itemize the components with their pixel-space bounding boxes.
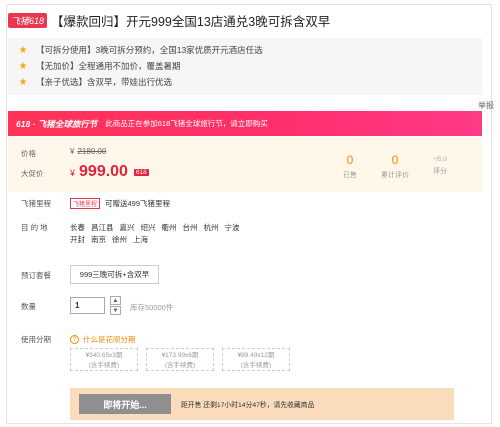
destination-city: 衢州: [161, 223, 177, 232]
plan-note: (含手续费): [240, 362, 272, 369]
festival-brand: 618 · 飞猪全球旅行节: [16, 118, 98, 129]
quantity-input[interactable]: 1: [70, 297, 105, 314]
rating-scale: /5.0: [436, 156, 447, 163]
destination-list: 长春 昌江县 嘉兴 绍兴 衢州 台州 杭州 宁波开封 南京 徐州 上海: [70, 222, 250, 246]
quantity-label: 数量: [21, 302, 36, 311]
star-icon: ★: [18, 44, 28, 56]
report-link[interactable]: 举报: [478, 100, 494, 111]
coming-soon-button[interactable]: 即将开始...: [79, 394, 171, 414]
feature-text: 【无加价】全程通用不加价，覆盖暑期: [36, 61, 181, 71]
destination-city: 上海: [133, 235, 148, 244]
destination-city: 宁波: [224, 223, 240, 232]
destination-city: 台州: [182, 223, 198, 232]
festival-message: 此商品正在参加618飞猪全球旅行节，请立即购买: [105, 119, 268, 128]
destination-city: 徐州: [112, 235, 127, 244]
destination-city: 杭州: [203, 223, 219, 232]
installment-label: 使用分期: [21, 335, 51, 344]
price-panel: 价格 大促价 ¥2180.00 ¥ 999.00 618 0 已售 0 累计评价…: [8, 137, 482, 192]
chevron-up-icon[interactable]: ▲: [110, 296, 121, 305]
product-title: 【爆款回归】开元999全国13店通兑3晚可拆含双早: [51, 14, 331, 29]
mileage-value: 飞猪里程 可赠送499飞猪里程: [70, 198, 170, 209]
star-icon: ★: [18, 60, 28, 72]
chevron-down-icon[interactable]: ▼: [110, 306, 121, 315]
plan-note: (含手续费): [88, 362, 120, 369]
destination-label: 目 的 地: [21, 223, 48, 232]
rating-value: -/5.0: [420, 153, 460, 163]
installment-plan-12[interactable]: ¥89.49x12期 (含手续费): [222, 348, 290, 371]
plan-amount: ¥173.99x6期: [161, 352, 199, 359]
sale-countdown: 距开售 还剩17小时14分47秒，请先收藏商品: [181, 402, 315, 409]
mileage-label: 飞猪里程: [21, 199, 51, 208]
original-price-value: 2180.00: [77, 147, 107, 156]
package-label: 预订套餐: [21, 271, 51, 280]
original-price: ¥2180.00: [70, 147, 106, 156]
reviews-stat[interactable]: 0 累计评价: [375, 153, 415, 180]
huabei-info-text: 什么是花呗分期: [83, 335, 136, 344]
reviews-count: 0: [391, 153, 399, 167]
plan-note: (含手续费): [164, 362, 196, 369]
installment-plan-3[interactable]: ¥340.65x3期 (含手续费): [70, 348, 138, 371]
rating-label: 评分: [433, 168, 447, 175]
destination-city: 开封: [70, 235, 85, 244]
huabei-info-link[interactable]: ? 什么是花呗分期: [70, 334, 136, 345]
promo-price-value: 999.00: [79, 163, 128, 180]
original-currency: ¥: [70, 147, 75, 156]
promo-price: ¥ 999.00 618: [70, 163, 149, 181]
promo-currency: ¥: [70, 168, 76, 178]
plan-amount: ¥340.65x3期: [85, 352, 123, 359]
sold-count: 0: [346, 153, 354, 167]
installment-plan-6[interactable]: ¥173.99x6期 (含手续费): [146, 348, 214, 371]
feature-text: 【亲子优选】含双早，带娃出行优选: [36, 77, 173, 87]
package-option[interactable]: 999三晚可拆+含双早: [70, 265, 159, 284]
fliggy-618-badge: 飞猪618: [8, 12, 48, 28]
promo-price-label: 大促价: [21, 169, 44, 178]
feature-item: ★ 【无加价】全程通用不加价，覆盖暑期: [18, 58, 472, 74]
rating-stat: -/5.0 评分: [420, 153, 460, 176]
feature-item: ★ 【可拆分使用】3晚可拆分预约，全国13家优质开元酒店任选: [18, 42, 472, 58]
destination-city: 长春: [70, 223, 85, 232]
promo-618-tag: 618: [133, 169, 149, 176]
destination-city: 绍兴: [140, 223, 156, 232]
star-icon: ★: [18, 76, 28, 88]
destination-city: 南京: [91, 235, 106, 244]
sold-label: 已售: [343, 172, 357, 179]
price-label: 价格: [21, 149, 36, 158]
question-icon: ?: [70, 335, 79, 344]
feature-text: 【可拆分使用】3晚可拆分预约，全国13家优质开元酒店任选: [36, 45, 263, 55]
plan-amount: ¥89.49x12期: [237, 352, 275, 359]
feature-list: ★ 【可拆分使用】3晚可拆分预约，全国13家优质开元酒店任选 ★ 【无加价】全程…: [8, 38, 482, 95]
reviews-label: 累计评价: [381, 172, 409, 179]
destination-city: 嘉兴: [119, 223, 135, 232]
promo-banner[interactable]: 618 · 飞猪全球旅行节 此商品正在参加618飞猪全球旅行节，请立即购买: [8, 111, 482, 136]
purchase-bar: 即将开始... 距开售 还剩17小时14分47秒，请先收藏商品: [70, 388, 454, 420]
mileage-badge: 飞猪里程: [70, 198, 101, 209]
sold-stat: 0 已售: [330, 153, 370, 180]
mileage-text: 可赠送499飞猪里程: [105, 199, 171, 208]
product-title-row: 飞猪618 【爆款回归】开元999全国13店通兑3晚可拆含双早: [8, 10, 494, 30]
feature-item: ★ 【亲子优选】含双早，带娃出行优选: [18, 74, 472, 90]
stock-count: 库存50000件: [130, 303, 174, 312]
destination-city: 昌江县: [91, 223, 114, 232]
